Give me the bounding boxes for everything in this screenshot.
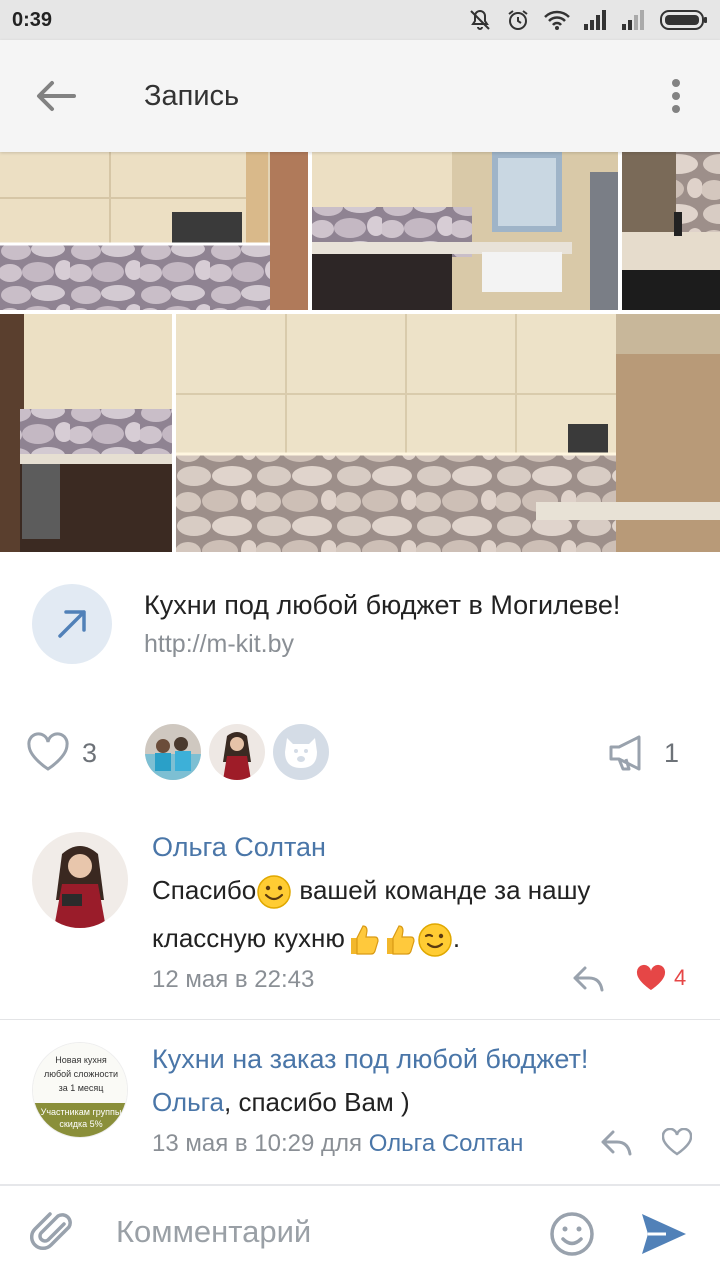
- comment-mention[interactable]: Ольга: [152, 1087, 224, 1117]
- battery-icon: [660, 10, 707, 30]
- signal-icon: [584, 10, 606, 30]
- comment-text: Ольга, спасибо Вам ): [152, 1078, 692, 1126]
- avatar[interactable]: Новая кухня любой сложности за 1 месяц У…: [32, 1042, 128, 1138]
- mute-icon: [470, 9, 490, 30]
- reply-button[interactable]: [572, 964, 604, 999]
- heart-outline-icon: [27, 732, 69, 771]
- comment-text-part: , спасибо Вам ): [224, 1087, 410, 1117]
- photo-5[interactable]: [176, 314, 720, 552]
- link-title: Кухни под любой бюджет в Могилеве!: [144, 590, 621, 620]
- comment-composer: [0, 1184, 720, 1280]
- link-url: http://m-kit.by: [144, 630, 295, 658]
- comment-like-count: 4: [674, 965, 687, 990]
- like-button[interactable]: [26, 732, 70, 777]
- smile-emoji-icon: [257, 875, 291, 909]
- link-icon-circle: [32, 584, 112, 664]
- app-bar: Запись: [0, 40, 720, 152]
- comment-input[interactable]: [116, 1214, 516, 1250]
- more-button[interactable]: [632, 40, 720, 152]
- comment-text: Спасибо вашей команде за нашу классную к…: [152, 866, 692, 962]
- arrow-left-icon: [37, 81, 76, 111]
- comment-like-button[interactable]: [661, 1127, 693, 1161]
- megaphone-icon: [609, 735, 641, 771]
- back-button[interactable]: [0, 40, 112, 152]
- reply-button[interactable]: [600, 1128, 632, 1163]
- likes-count: 3: [82, 738, 98, 768]
- comment-meta: 13 мая в 10:29 для Ольга Солтан: [152, 1130, 523, 1158]
- avatar[interactable]: [32, 832, 128, 928]
- photo-2[interactable]: [312, 152, 618, 310]
- avatar-text: Новая кухня: [55, 1055, 107, 1065]
- comment-timestamp: 13 мая в 10:29 для: [152, 1130, 363, 1157]
- reply-icon: [573, 966, 604, 992]
- wifi-icon: [544, 10, 570, 30]
- comment-like-button[interactable]: 4: [636, 964, 686, 992]
- photo-1[interactable]: [0, 152, 308, 310]
- signal-icon: [622, 10, 644, 30]
- comment-text-part: .: [452, 923, 461, 953]
- avatar-text: Участникам группы: [41, 1107, 122, 1117]
- comment: Новая кухня любой сложности за 1 месяц У…: [0, 1030, 720, 1180]
- photo-grid: [0, 152, 720, 552]
- page-title: Запись: [144, 79, 240, 112]
- emoji-button[interactable]: [548, 1210, 596, 1263]
- heart-outline-icon: [661, 1127, 693, 1156]
- paperclip-icon: [29, 1212, 72, 1251]
- share-button[interactable]: [608, 734, 650, 777]
- liker-avatar-family[interactable]: [145, 724, 201, 780]
- status-bar: 0:39: [0, 0, 720, 40]
- comment-divider: [0, 1019, 720, 1020]
- wink-emoji-icon: [418, 923, 452, 957]
- thumbs-up-emoji-icon: [350, 925, 379, 955]
- send-button[interactable]: [638, 1210, 688, 1263]
- shares-count: 1: [664, 738, 680, 768]
- comment-timestamp: 12 мая в 22:43: [152, 966, 315, 993]
- comment-text-part: Спасибо: [152, 875, 257, 905]
- photo-3[interactable]: [622, 152, 720, 310]
- attach-button[interactable]: [29, 1208, 78, 1261]
- comment-author[interactable]: Ольга Солтан: [152, 832, 326, 863]
- alarm-icon: [508, 10, 528, 30]
- arrow-up-right-icon: [58, 610, 86, 638]
- comment-author[interactable]: Кухни на заказ под любой бюджет!: [152, 1044, 588, 1075]
- thumbs-up-emoji-icon: [386, 925, 415, 955]
- link-attachment[interactable]: Кухни под любой бюджет в Могилеве! http:…: [0, 580, 720, 670]
- reply-to-link[interactable]: Ольга Солтан: [369, 1130, 524, 1157]
- reply-icon: [601, 1130, 632, 1156]
- send-icon: [642, 1214, 686, 1254]
- photo-4[interactable]: [0, 314, 172, 552]
- more-vert-icon: [672, 79, 680, 113]
- avatar-text: любой сложности: [44, 1069, 118, 1079]
- reactions-row: 3 1: [0, 718, 720, 790]
- smile-icon: [550, 1212, 594, 1256]
- comment: Ольга Солтан Спасибо вашей команде за на…: [0, 820, 720, 1010]
- avatar-text: за 1 месяц: [59, 1083, 104, 1093]
- dog-deactivated-icon: [285, 738, 317, 768]
- avatar-text: скидка 5%: [59, 1119, 102, 1129]
- liker-avatar-woman[interactable]: [209, 724, 265, 780]
- heart-filled-icon: [636, 964, 666, 990]
- liker-avatar-deactivated[interactable]: [273, 724, 329, 780]
- status-time: 0:39: [12, 8, 53, 31]
